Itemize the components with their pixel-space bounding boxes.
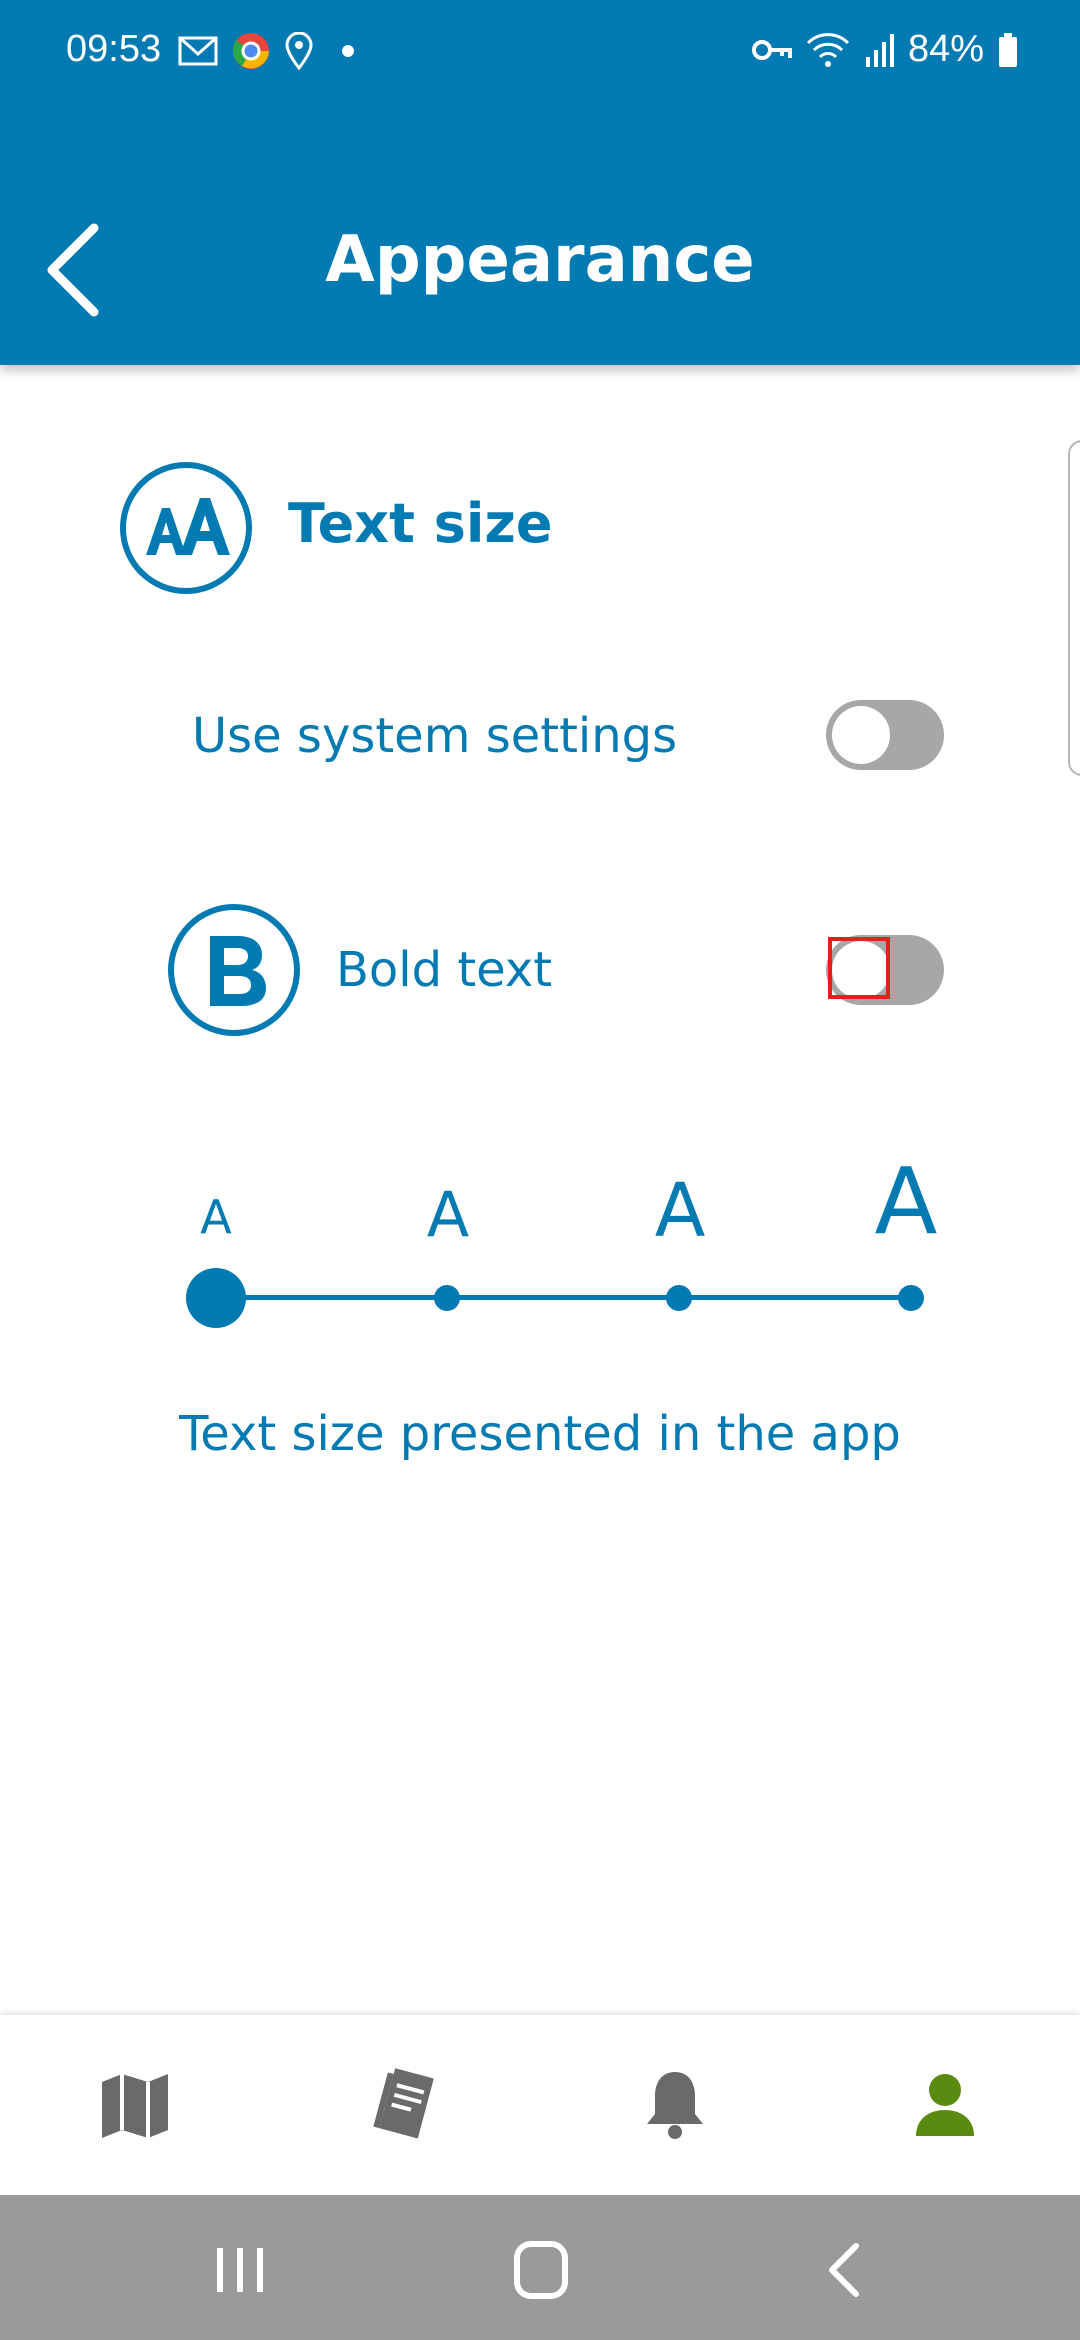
battery-icon bbox=[999, 32, 1017, 67]
nav-notifications[interactable] bbox=[630, 2060, 720, 2150]
focus-highlight bbox=[828, 937, 890, 999]
slider-stop-2[interactable] bbox=[666, 1285, 692, 1311]
slider-label-small: A bbox=[200, 1190, 232, 1244]
dot-icon bbox=[342, 45, 354, 57]
mail-icon bbox=[178, 36, 218, 66]
home-icon bbox=[514, 2241, 568, 2299]
bold-icon bbox=[166, 902, 302, 1038]
status-icons-right: 84% bbox=[751, 28, 1018, 71]
system-back-button[interactable] bbox=[810, 2240, 880, 2300]
status-time: 09:53 bbox=[66, 28, 162, 70]
text-size-caption: Text size presented in the app bbox=[179, 1406, 901, 1462]
nav-profile[interactable] bbox=[900, 2060, 990, 2150]
tickets-icon bbox=[373, 2068, 434, 2139]
slider-stop-3[interactable] bbox=[898, 1285, 924, 1311]
nav-map[interactable] bbox=[90, 2060, 180, 2150]
chrome-icon bbox=[232, 33, 269, 69]
person-icon bbox=[916, 2074, 974, 2136]
signal-icon bbox=[865, 33, 894, 67]
back-arrow-icon bbox=[829, 2243, 859, 2297]
battery-percent: 84% bbox=[907, 28, 984, 70]
wifi-icon bbox=[806, 32, 850, 67]
toggle-knob bbox=[832, 706, 890, 764]
status-bar: 09:53 84% bbox=[0, 0, 1080, 105]
home-button[interactable] bbox=[506, 2240, 576, 2300]
page-title: Appearance bbox=[325, 223, 755, 297]
recent-apps-button[interactable] bbox=[205, 2240, 275, 2300]
scroll-indicator[interactable] bbox=[1068, 440, 1080, 776]
text-size-title: Text size bbox=[288, 492, 553, 555]
location-icon bbox=[285, 32, 313, 70]
text-size-slider-thumb[interactable] bbox=[186, 1268, 246, 1328]
slider-label-xlarge: A bbox=[874, 1148, 938, 1255]
map-icon bbox=[102, 2074, 168, 2138]
text-size-icon bbox=[118, 460, 254, 596]
recent-apps-icon bbox=[217, 2248, 263, 2292]
use-system-settings-toggle[interactable] bbox=[826, 700, 944, 770]
vpn-key-icon bbox=[751, 39, 792, 60]
slider-label-medium: A bbox=[426, 1178, 470, 1251]
use-system-settings-label: Use system settings bbox=[192, 708, 678, 764]
bell-icon bbox=[647, 2072, 703, 2139]
nav-tickets[interactable] bbox=[360, 2060, 450, 2150]
status-icons-left bbox=[178, 32, 358, 70]
slider-stop-1[interactable] bbox=[434, 1285, 460, 1311]
text-size-slider-track[interactable] bbox=[216, 1295, 912, 1300]
app-bar: Appearance bbox=[0, 105, 1080, 365]
slider-label-large: A bbox=[654, 1168, 706, 1254]
bold-text-label: Bold text bbox=[336, 942, 553, 998]
